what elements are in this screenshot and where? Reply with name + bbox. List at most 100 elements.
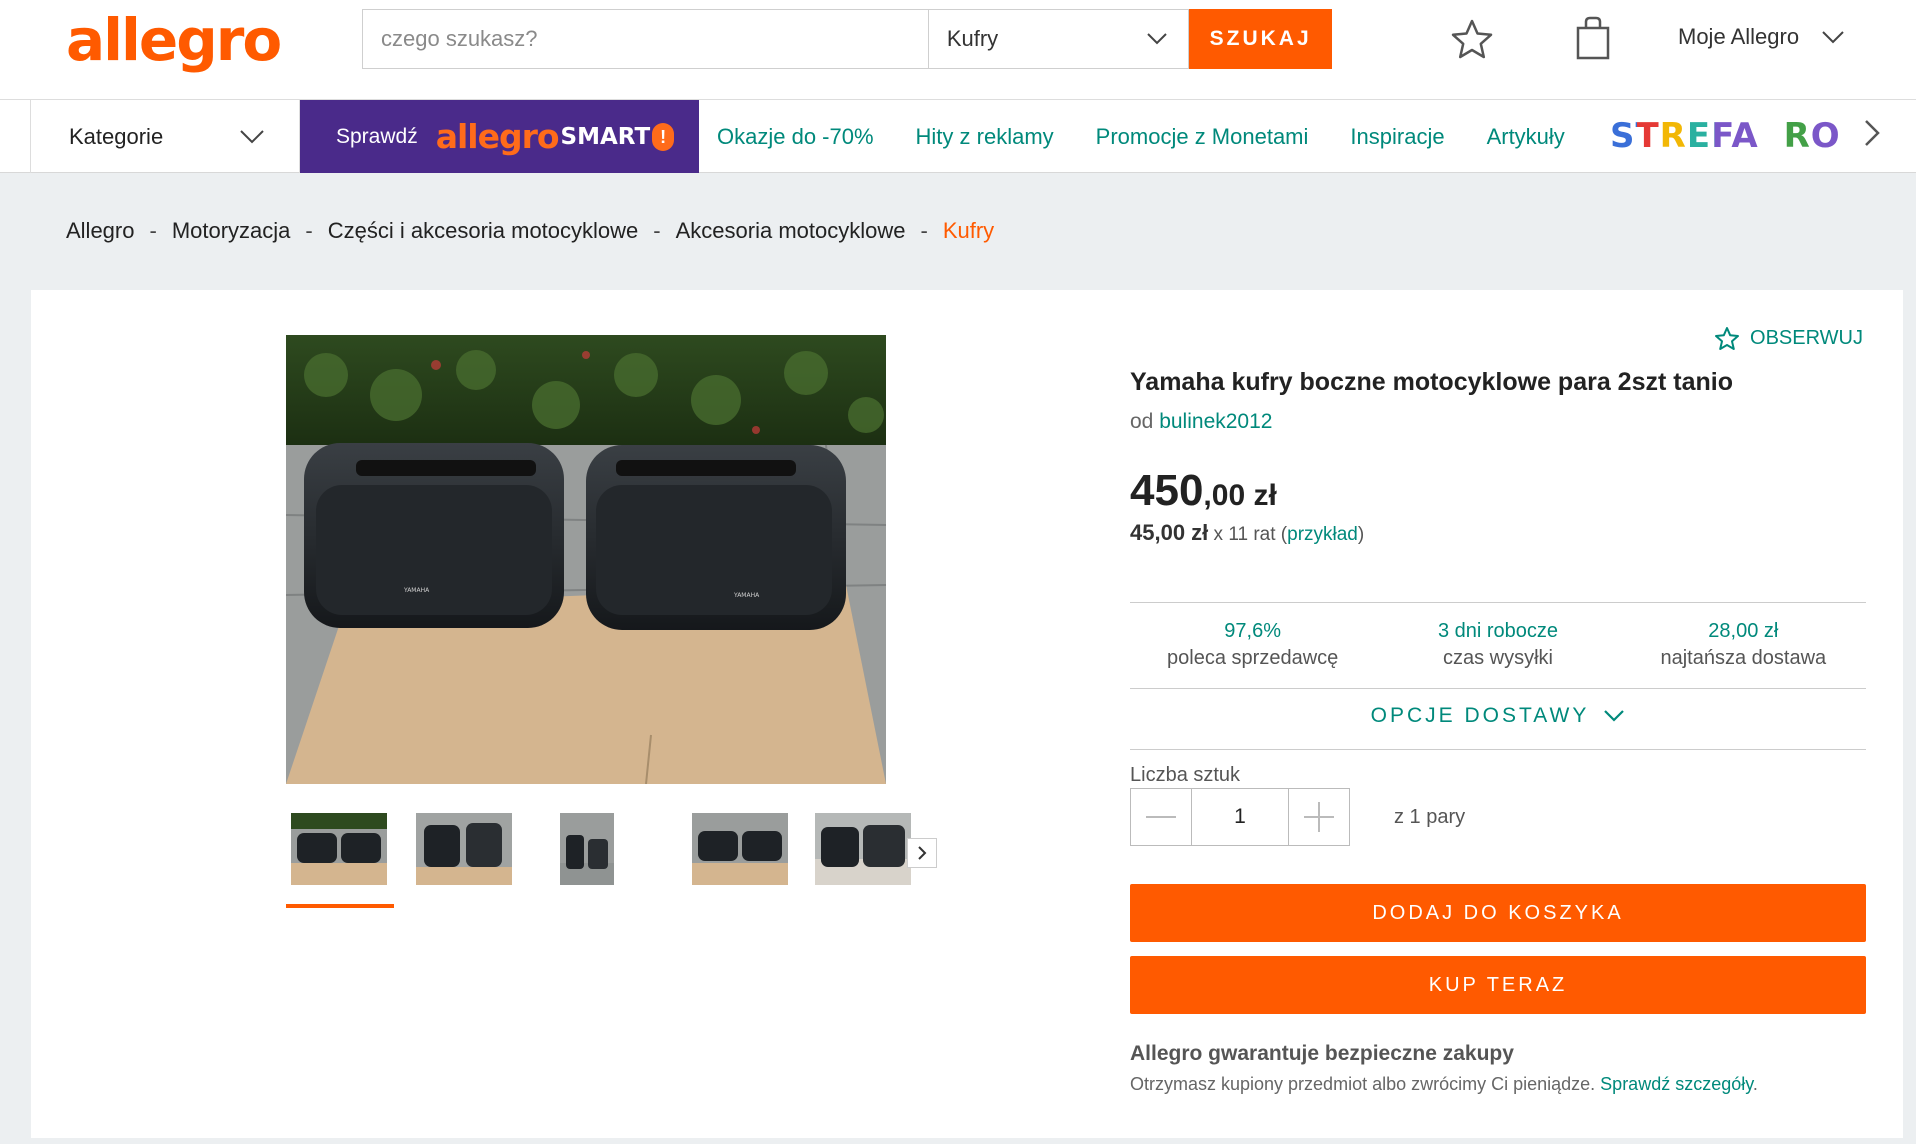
breadcrumb-item-akcesoria[interactable]: Akcesoria motocyklowe <box>676 218 906 244</box>
categories-label: Kategorie <box>69 123 164 149</box>
chevron-down-icon <box>1147 33 1168 45</box>
price-cents: ,00 zł <box>1203 479 1277 512</box>
divider <box>1130 749 1866 750</box>
thumbnail-4[interactable] <box>692 813 788 885</box>
buy-now-button[interactable]: KUP TERAZ <box>1130 956 1866 1014</box>
quantity-label: Liczba sztuk <box>1130 764 1241 786</box>
product-price: 450,00 zł <box>1130 466 1277 516</box>
stat-cheapest-delivery: 28,00 zł najtańsza dostawa <box>1621 620 1866 680</box>
smart-logo-word: SMART <box>560 123 651 150</box>
allegro-logo[interactable]: allegro <box>66 6 282 74</box>
thumbnail-3[interactable] <box>560 813 614 885</box>
smart-logo-allegro: allegro <box>435 117 560 156</box>
thumbnail-2[interactable] <box>416 813 512 885</box>
seller-info: od bulinek2012 <box>1130 410 1272 434</box>
star-icon[interactable] <box>1450 18 1494 65</box>
seller-stats: 97,6% poleca sprzedawcę 3 dni robocze cz… <box>1130 620 1866 680</box>
add-to-cart-button[interactable]: DODAJ DO KOSZYKA <box>1130 884 1866 942</box>
smart-badge-icon: ! <box>652 122 675 151</box>
installment-amount: 45,00 zł <box>1130 520 1209 545</box>
product-card: YAMAHA YAMAHA OBSERWUJ Yamaha kufry bocz… <box>31 290 1903 1138</box>
categories-dropdown[interactable]: Kategorie <box>30 100 300 173</box>
chevron-right-icon <box>918 846 927 860</box>
stat-label: czas wysyłki <box>1442 647 1553 669</box>
stat-recommend: 97,6% poleca sprzedawcę <box>1130 620 1375 680</box>
nav-link-okazje[interactable]: Okazje do -70% <box>717 124 874 150</box>
breadcrumb-separator: - <box>149 218 157 243</box>
stat-label: najtańsza dostawa <box>1660 647 1827 669</box>
delivery-options-label: OPCJE DOSTAWY <box>1370 704 1590 727</box>
breadcrumb: Allegro - Motoryzacja - Części i akcesor… <box>66 218 994 244</box>
quantity-input[interactable] <box>1192 788 1288 846</box>
nav-link-promocje[interactable]: Promocje z Monetami <box>1096 124 1309 150</box>
thumbnail-active-indicator <box>286 904 394 908</box>
quantity-increase-button[interactable] <box>1288 788 1350 846</box>
search-button[interactable]: SZUKAJ <box>1189 9 1332 69</box>
stat-value: 97,6% <box>1224 620 1282 642</box>
price-main: 450 <box>1130 466 1204 515</box>
my-allegro-menu[interactable]: Moje Allegro <box>1678 24 1845 50</box>
guarantee-text: Otrzymasz kupiony przedmiot albo zwrócim… <box>1130 1074 1758 1095</box>
search-bar: Kufry SZUKAJ <box>362 9 1332 69</box>
my-allegro-label: Moje Allegro <box>1678 24 1800 49</box>
installments-info: 45,00 zł x 11 rat (przykład) <box>1130 520 1364 546</box>
stat-value: 28,00 zł <box>1708 620 1779 642</box>
quantity-decrease-button[interactable] <box>1130 788 1192 846</box>
quantity-stepper <box>1130 788 1350 846</box>
thumbnail-5[interactable] <box>815 813 911 885</box>
installment-close: ) <box>1357 524 1365 545</box>
divider <box>1130 602 1866 603</box>
brand-badge-left: YAMAHA <box>403 587 430 594</box>
nav-link-artykuly[interactable]: Artykuły <box>1487 124 1565 150</box>
chevron-down-icon <box>1604 710 1625 722</box>
chevron-down-icon <box>1822 31 1844 44</box>
minus-icon <box>1146 816 1176 818</box>
nav-bar: Kategorie Sprawdź allegro SMART ! Okazje… <box>0 100 1916 173</box>
stat-value: 3 dni robocze <box>1437 620 1559 642</box>
star-outline-icon <box>1715 327 1740 350</box>
chevron-right-icon[interactable] <box>1862 118 1882 153</box>
nav-links: Okazje do -70% Hity z reklamy Promocje z… <box>717 100 1607 173</box>
search-input[interactable] <box>362 9 928 69</box>
divider <box>1130 688 1866 689</box>
installment-text: x 11 rat ( <box>1208 524 1288 545</box>
seller-prefix: od <box>1130 410 1154 433</box>
watch-label: OBSERWUJ <box>1750 327 1863 349</box>
breadcrumb-separator: - <box>305 218 313 243</box>
main-product-photo[interactable]: YAMAHA YAMAHA <box>286 335 886 784</box>
plus-icon <box>1304 802 1334 832</box>
breadcrumb-item-allegro[interactable]: Allegro <box>66 218 134 244</box>
top-header: allegro Kufry SZUKAJ Moje Allegro <box>0 0 1916 100</box>
allegro-smart-banner[interactable]: Sprawdź allegro SMART ! <box>300 100 699 173</box>
chevron-down-icon <box>240 129 264 143</box>
guarantee-title: Allegro gwarantuje bezpieczne zakupy <box>1130 1042 1514 1065</box>
strefa-label: STREFA <box>1610 116 1759 156</box>
brand-badge-right: YAMAHA <box>733 592 760 599</box>
strefa-tail-label: RO <box>1783 116 1841 156</box>
delivery-options-toggle[interactable]: OPCJE DOSTAWY <box>1130 692 1866 740</box>
nav-link-inspiracje[interactable]: Inspiracje <box>1350 124 1444 150</box>
stat-shipping-time: 3 dni robocze czas wysyłki <box>1375 620 1620 680</box>
search-category-select[interactable]: Kufry <box>927 9 1190 69</box>
search-category-value: Kufry <box>946 26 999 51</box>
thumbnail-next-button[interactable] <box>907 838 937 868</box>
breadcrumb-item-czesci[interactable]: Części i akcesoria motocyklowe <box>328 218 639 244</box>
breadcrumb-separator: - <box>920 218 928 243</box>
guarantee-end: . <box>1752 1074 1758 1094</box>
guarantee-body: Otrzymasz kupiony przedmiot albo zwrócim… <box>1130 1074 1601 1094</box>
thumbnail-strip <box>286 810 946 908</box>
installment-example-link[interactable]: przykład <box>1287 524 1358 545</box>
strefa-banner[interactable]: STREFA RO <box>1610 116 1842 156</box>
breadcrumb-separator: - <box>653 218 661 243</box>
shopping-bag-icon[interactable] <box>1576 16 1610 65</box>
watch-button[interactable]: OBSERWUJ <box>1714 326 1863 351</box>
thumbnail-1[interactable] <box>291 813 387 885</box>
breadcrumb-item-motoryzacja[interactable]: Motoryzacja <box>172 218 291 244</box>
seller-link[interactable]: bulinek2012 <box>1159 410 1272 433</box>
guarantee-details-link[interactable]: Sprawdź szczegóły <box>1600 1074 1753 1094</box>
product-title: Yamaha kufry boczne motocyklowe para 2sz… <box>1130 368 1733 396</box>
smart-check-label: Sprawdź <box>336 124 418 148</box>
stat-label: poleca sprzedawcę <box>1167 647 1339 669</box>
nav-link-hity[interactable]: Hity z reklamy <box>916 124 1054 150</box>
quantity-available: z 1 pary <box>1394 806 1466 828</box>
